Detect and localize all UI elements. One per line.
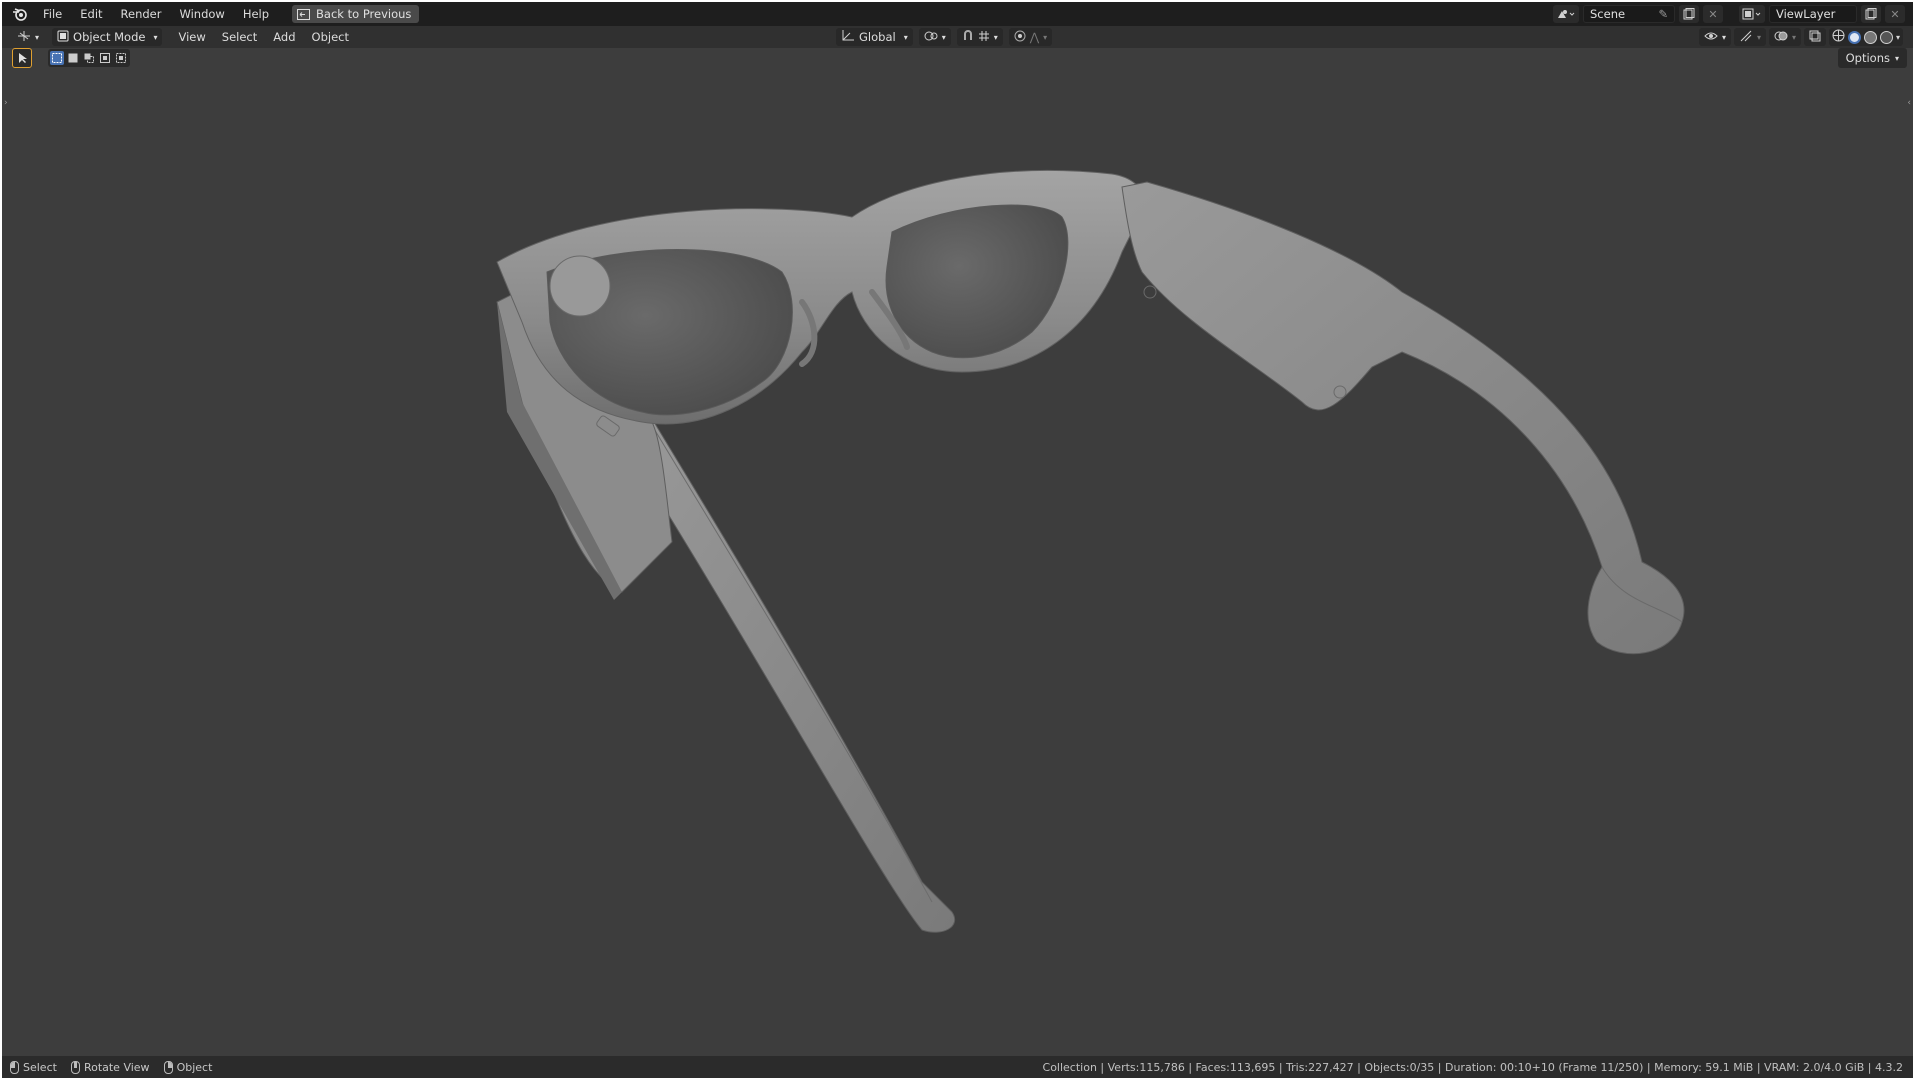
editor-type-icon (17, 30, 31, 45)
mode-dropdown[interactable]: Object Mode ▾ (52, 28, 163, 46)
snap-toggle[interactable]: ▾ (956, 28, 1003, 46)
pin-icon[interactable]: ✎ (1658, 7, 1668, 21)
gizmo-icon (1739, 30, 1753, 45)
scene-selector-icon[interactable] (1553, 5, 1579, 23)
header-menu-view[interactable]: View (170, 30, 213, 44)
orientation-label: Global (859, 30, 896, 44)
scene-name: Scene (1590, 7, 1626, 21)
xray-toggle[interactable] (1803, 28, 1826, 46)
select-subtract-icon[interactable] (82, 51, 96, 65)
hint-rotate-view: Rotate View (70, 1060, 150, 1074)
menu-window[interactable]: Window (170, 2, 233, 26)
mouse-left-icon (10, 1060, 19, 1074)
right-temple-arm (1121, 181, 1685, 655)
viewport-header: ▾ Object Mode ▾ View Select Add Object G… (2, 26, 1913, 48)
select-new-icon[interactable] (50, 51, 64, 65)
pivot-icon (924, 30, 938, 45)
options-dropdown[interactable]: Options ▾ (1837, 48, 1907, 68)
material-shading-icon[interactable] (1863, 30, 1877, 44)
hint-select-label: Select (23, 1060, 57, 1074)
overlay-icon (1774, 30, 1788, 45)
hint-select: Select (10, 1060, 57, 1074)
header-menu-add[interactable]: Add (265, 30, 303, 44)
selection-mode-group (48, 49, 130, 67)
hint-rotate-label: Rotate View (83, 1060, 150, 1074)
mouse-middle-icon (70, 1060, 80, 1074)
new-scene-icon[interactable] (1679, 5, 1699, 23)
menu-file[interactable]: File (34, 2, 71, 26)
shading-mode-group: ▾ (1828, 28, 1903, 46)
delete-view-layer-icon[interactable]: ✕ (1885, 5, 1905, 23)
camera-module (549, 255, 611, 317)
status-bar: Select Rotate View Object Collection | V… (2, 1056, 1913, 1078)
hint-object-label: Object (176, 1060, 213, 1074)
back-to-previous-button[interactable]: Back to Previous (292, 5, 420, 23)
options-label: Options (1845, 51, 1890, 65)
sidebar-expand-icon[interactable]: ‹ (1907, 98, 1911, 108)
snap-icon (962, 29, 974, 45)
select-extend-icon[interactable] (66, 51, 80, 65)
view-layer-field[interactable]: ViewLayer (1769, 5, 1857, 23)
falloff-icon: ⋀ (1029, 30, 1040, 44)
proportional-editing-toggle[interactable]: ⋀ ▾ (1008, 28, 1053, 46)
overlay-toggle[interactable]: ▾ (1768, 28, 1801, 46)
shading-options-icon[interactable]: ▾ (1896, 33, 1900, 42)
orientation-icon (841, 29, 855, 45)
header-menu-object[interactable]: Object (304, 30, 357, 44)
mode-label: Object Mode (73, 30, 146, 44)
top-menu-bar: File Edit Render Window Help Back to Pre… (2, 2, 1913, 26)
xray-icon (1809, 30, 1821, 45)
snap-target-icon (978, 30, 990, 45)
menu-edit[interactable]: Edit (71, 2, 111, 26)
scene-statistics: Collection | Verts:115,786 | Faces:113,6… (1042, 1060, 1903, 1074)
solid-shading-icon[interactable] (1847, 30, 1861, 44)
blender-window: File Edit Render Window Help Back to Pre… (2, 2, 1913, 1078)
visibility-icon (1704, 30, 1718, 45)
view-layer-name: ViewLayer (1776, 7, 1836, 21)
object-mode-icon (57, 30, 69, 45)
editor-type-dropdown[interactable]: ▾ (12, 28, 44, 46)
delete-scene-icon[interactable]: ✕ (1703, 5, 1723, 23)
header-menu-select[interactable]: Select (214, 30, 265, 44)
select-invert-icon[interactable] (98, 51, 112, 65)
menu-help[interactable]: Help (234, 2, 278, 26)
wireframe-shading-icon[interactable] (1832, 29, 1845, 45)
scene-name-field[interactable]: Scene ✎ (1583, 5, 1675, 23)
visibility-dropdown[interactable]: ▾ (1698, 28, 1731, 46)
select-tool-icon[interactable] (12, 48, 32, 68)
tool-settings-row (12, 48, 130, 68)
transform-orientation-dropdown[interactable]: Global ▾ (836, 28, 913, 46)
gizmo-toggle[interactable]: ▾ (1733, 28, 1766, 46)
chevron-down-icon: ▾ (1894, 53, 1899, 63)
hint-object: Object (163, 1060, 213, 1074)
back-to-previous-label: Back to Previous (316, 7, 412, 21)
pivot-dropdown[interactable]: ▾ (918, 28, 951, 46)
proportional-icon (1014, 30, 1026, 45)
blender-logo-icon[interactable] (6, 2, 34, 26)
rendered-shading-icon[interactable] (1879, 30, 1893, 44)
front-frame (496, 170, 1148, 425)
toolbar-expand-icon[interactable]: › (4, 98, 8, 108)
select-intersect-icon[interactable] (114, 51, 128, 65)
new-view-layer-icon[interactable] (1861, 5, 1881, 23)
view-layer-icon[interactable] (1739, 5, 1765, 23)
left-temple-arm (616, 401, 955, 933)
back-icon (297, 8, 311, 20)
menu-render[interactable]: Render (112, 2, 171, 26)
mouse-right-icon (163, 1060, 173, 1074)
viewport-3d[interactable] (2, 2, 1913, 1078)
